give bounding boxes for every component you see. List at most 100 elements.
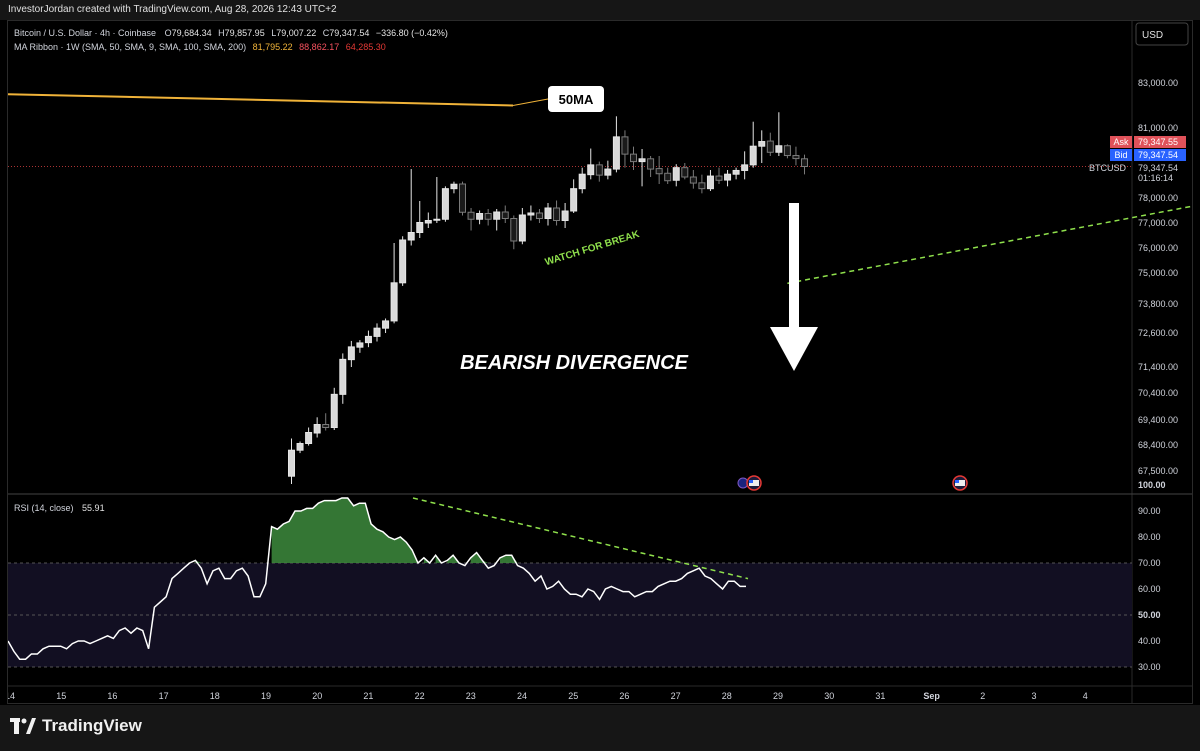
candle-body[interactable] — [604, 168, 612, 176]
candle-body[interactable] — [296, 443, 304, 451]
candle-body[interactable] — [783, 145, 791, 157]
price-tick-label: 71,400.00 — [1138, 362, 1178, 372]
chart-frame[interactable]: Bitcoin / U.S. Dollar · 4h · Coinbase O7… — [5, 20, 1200, 704]
candle-body[interactable] — [399, 239, 407, 284]
time-tick-label: Sep — [923, 691, 940, 701]
rsi-tick-label: 80.00 — [1138, 532, 1161, 542]
attribution-text: InvestorJordan created with TradingView.… — [8, 4, 337, 15]
close-value: 79,347.54 — [329, 28, 369, 38]
candle-body[interactable] — [595, 164, 603, 176]
candle-body[interactable] — [706, 175, 714, 190]
candle-body[interactable] — [570, 188, 578, 212]
candle-body[interactable] — [612, 136, 620, 170]
candle-body[interactable] — [433, 218, 441, 221]
candle-body[interactable] — [766, 140, 774, 153]
rsi-tick-label: 30.00 — [1138, 662, 1161, 672]
candle-body[interactable] — [775, 145, 783, 153]
candle-body[interactable] — [322, 424, 330, 428]
candle-body[interactable] — [621, 136, 629, 155]
currency-button[interactable]: USD — [1135, 22, 1189, 46]
candle-body[interactable] — [681, 167, 689, 178]
candle-body[interactable] — [424, 220, 432, 224]
candle-body[interactable] — [578, 173, 586, 190]
candle-body[interactable] — [390, 282, 398, 322]
ask-price-label: Ask 79,347.55 — [1110, 136, 1186, 148]
rsi-tick-label: 60.00 — [1138, 584, 1161, 594]
last-price-value: 79,347.54 — [1138, 163, 1178, 173]
candle-body[interactable] — [792, 155, 800, 160]
candle-body[interactable] — [501, 211, 509, 219]
time-tick-label: 24 — [517, 691, 527, 701]
price-tick-label: 70,400.00 — [1138, 388, 1178, 398]
candle-body[interactable] — [535, 212, 543, 219]
rsi-tick-label: 90.00 — [1138, 506, 1161, 516]
candle-body[interactable] — [698, 182, 706, 190]
time-tick-label: 25 — [568, 691, 578, 701]
candle-body[interactable] — [305, 432, 313, 444]
candle-body[interactable] — [407, 232, 415, 241]
candle-body[interactable] — [553, 207, 561, 221]
chart-canvas[interactable]: Bitcoin / U.S. Dollar · 4h · Coinbase O7… — [5, 21, 1200, 703]
ma-value-1: 81,795.22 — [253, 42, 293, 52]
candle-body[interactable] — [493, 211, 501, 220]
candle-body[interactable] — [801, 158, 808, 168]
rsi-legend: RSI (14, close) 55.91 — [14, 503, 105, 513]
candle-body[interactable] — [672, 167, 680, 181]
candle-body[interactable] — [749, 145, 757, 166]
candle-body[interactable] — [758, 141, 766, 147]
ma-ribbon-legend: MA Ribbon · 1W (SMA, 50, SMA, 9, SMA, 10… — [14, 42, 386, 52]
candle-body[interactable] — [356, 342, 364, 348]
ask-tag: Ask — [1113, 137, 1129, 147]
change-value: −336.80 (−0.42%) — [376, 28, 448, 38]
candle-body[interactable] — [364, 335, 372, 344]
candle-body[interactable] — [561, 210, 569, 221]
candle-body[interactable] — [441, 188, 449, 220]
candle-body[interactable] — [587, 164, 595, 176]
candle-body[interactable] — [732, 169, 740, 175]
currency-label: USD — [1142, 30, 1163, 41]
candle-body[interactable] — [416, 222, 424, 233]
candle-body[interactable] — [484, 213, 492, 220]
candle-body[interactable] — [724, 173, 732, 181]
candle-body[interactable] — [741, 164, 749, 171]
tradingview-logo[interactable]: TradingView — [10, 716, 142, 736]
candle-body[interactable] — [288, 449, 295, 477]
ma50-callout[interactable]: 50MA — [548, 86, 604, 112]
candle-body[interactable] — [313, 424, 321, 434]
candle-body[interactable] — [527, 212, 535, 216]
candle-body[interactable] — [373, 327, 381, 337]
time-tick-label: 28 — [722, 691, 732, 701]
ask-value: 79,347.55 — [1138, 137, 1178, 147]
candle-body[interactable] — [476, 213, 484, 220]
candle-body[interactable] — [450, 183, 458, 190]
candle-body[interactable] — [647, 158, 655, 170]
candle-body[interactable] — [330, 393, 338, 429]
candle-body[interactable] — [638, 158, 646, 163]
rsi-axis[interactable]: 100.00 90.00 80.00 70.00 60.00 50.00 40.00 30.0… — [1138, 480, 1166, 672]
price-tick-label: 76,000.00 — [1138, 243, 1178, 253]
candle-body[interactable] — [347, 346, 355, 361]
candle-body[interactable] — [339, 358, 347, 395]
candle-body[interactable] — [518, 214, 526, 242]
candle-body[interactable] — [715, 175, 723, 181]
candle-body[interactable] — [382, 320, 390, 329]
candle-body[interactable] — [459, 183, 466, 213]
candle-body[interactable] — [664, 172, 672, 182]
price-tick-label: 73,800.00 — [1138, 299, 1178, 309]
candle-body[interactable] — [544, 207, 552, 219]
time-tick-label: 2 — [980, 691, 985, 701]
time-tick-label: 21 — [363, 691, 373, 701]
economic-event-icon[interactable] — [737, 475, 762, 491]
candle-body[interactable] — [630, 153, 637, 163]
economic-event-icon[interactable] — [952, 475, 968, 491]
candle-body[interactable] — [467, 211, 475, 220]
footer-bar — [0, 705, 1200, 751]
candle-body[interactable] — [510, 218, 518, 242]
price-tick-label: 69,400.00 — [1138, 415, 1178, 425]
symbol-name: Bitcoin / U.S. Dollar · 4h · Coinbase — [14, 28, 156, 38]
time-tick-label: 17 — [159, 691, 169, 701]
candle-body[interactable] — [655, 168, 663, 175]
low-value: 79,007.22 — [276, 28, 316, 38]
time-tick-label: 26 — [619, 691, 629, 701]
candle-body[interactable] — [689, 176, 697, 184]
